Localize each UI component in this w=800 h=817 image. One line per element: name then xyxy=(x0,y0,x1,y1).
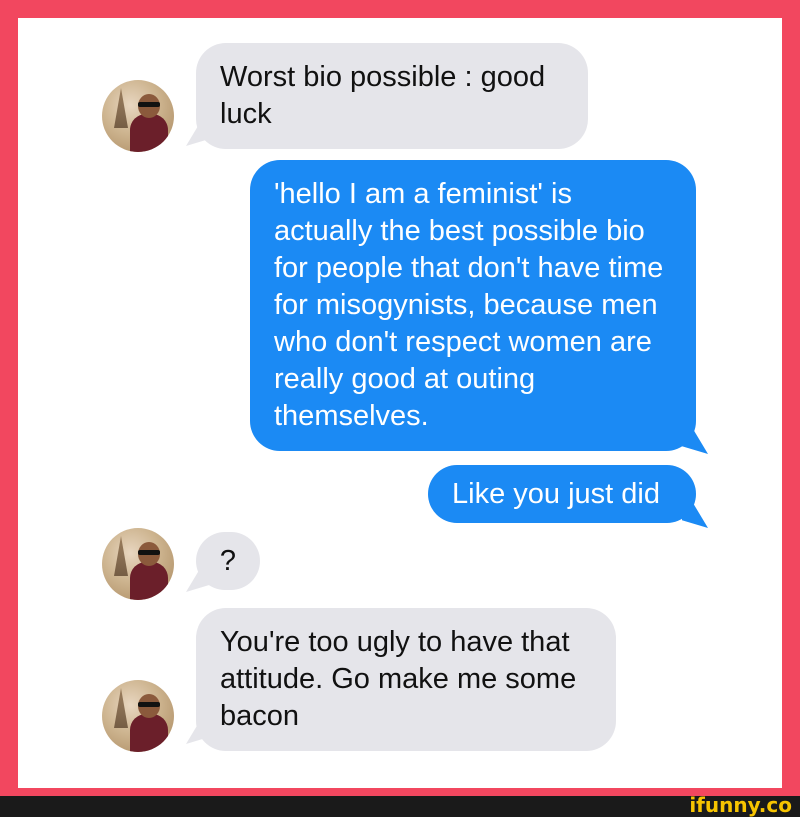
message-text: ? xyxy=(219,545,237,577)
outgoing-message-bubble: 'hello I am a feminist' is actually the … xyxy=(250,160,696,451)
incoming-message-bubble: ? xyxy=(196,532,260,590)
watermark-bar xyxy=(0,796,800,816)
contact-avatar[interactable] xyxy=(102,80,174,152)
ifunny-watermark: ifunny.co xyxy=(689,793,792,817)
contact-avatar[interactable] xyxy=(102,680,174,752)
message-text: Worst bio possible : good luck xyxy=(220,61,546,130)
message-text: 'hello I am a feminist' is actually the … xyxy=(274,178,664,432)
incoming-message-bubble: You're too ugly to have that attitude. G… xyxy=(196,608,616,751)
message-thread: Worst bio possible : good luck 'hello I … xyxy=(18,18,782,788)
outgoing-message-bubble: Like you just did xyxy=(428,465,696,523)
incoming-message-bubble: Worst bio possible : good luck xyxy=(196,43,588,149)
message-text: Like you just did xyxy=(452,478,660,510)
message-text: You're too ugly to have that attitude. G… xyxy=(220,626,577,732)
contact-avatar[interactable] xyxy=(102,528,174,600)
